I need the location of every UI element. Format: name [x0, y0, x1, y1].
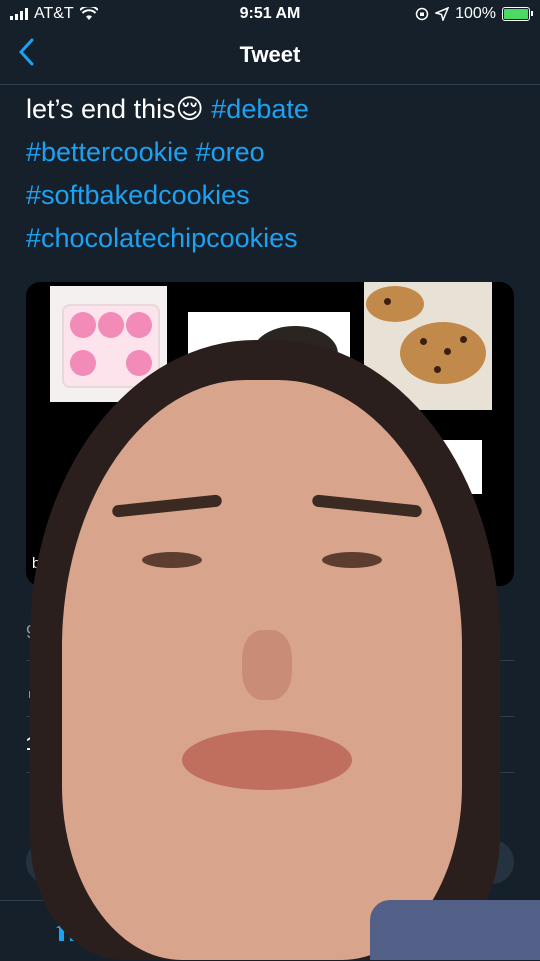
battery-icon: [502, 7, 533, 21]
status-bar: AT&T 9:51 AM 100%: [0, 0, 540, 28]
share-icon: [442, 789, 462, 810]
analytics-icon: [29, 683, 41, 698]
location-arrow-icon: [435, 7, 450, 21]
page-title: Tweet: [239, 42, 301, 67]
cookie-thumbnail-image: [416, 440, 482, 494]
divider: [26, 660, 514, 661]
tab-bar: [0, 900, 540, 961]
hashtag-link[interactable]: #oreo: [196, 137, 265, 167]
chocolate-chip-cookies-image: [364, 282, 492, 410]
likes-number: 1: [26, 734, 37, 754]
tweet-analytics[interactable]: V: [28, 680, 64, 701]
battery-percent: 100%: [455, 5, 496, 22]
share-button[interactable]: [440, 788, 464, 812]
tweet-body: let’s end this: [26, 94, 176, 124]
divider: [26, 716, 514, 717]
pink-cookies-package-image: [50, 286, 167, 402]
analytics-label: V: [52, 680, 65, 700]
likes-label: Lik: [41, 734, 65, 754]
hashtag-link[interactable]: #chocolatechipcookies: [26, 223, 298, 253]
relieved-emoji: 😌: [175, 94, 204, 124]
video-caption: best like the video😌: [32, 555, 168, 572]
hashtag-link[interactable]: #debate: [211, 94, 309, 124]
home-icon[interactable]: [54, 917, 80, 943]
hashtag-link[interactable]: #softbakedcookies: [26, 180, 250, 210]
tweet-timestamp: 9:4: [26, 622, 52, 642]
screen-rotation-lock-icon: [415, 7, 429, 21]
nav-bar: Tweet: [0, 28, 540, 85]
reply-input[interactable]: [26, 840, 514, 884]
tweet-media[interactable]: best like the video😌: [26, 282, 514, 586]
hashtag-link[interactable]: #bettercookie: [26, 137, 188, 167]
oreo-cookie-image: [188, 312, 350, 404]
likes-count[interactable]: 1 Lik: [26, 734, 64, 755]
divider: [26, 772, 514, 773]
tweet-text: let’s end this😌 #debate #bettercookie #o…: [26, 88, 526, 260]
